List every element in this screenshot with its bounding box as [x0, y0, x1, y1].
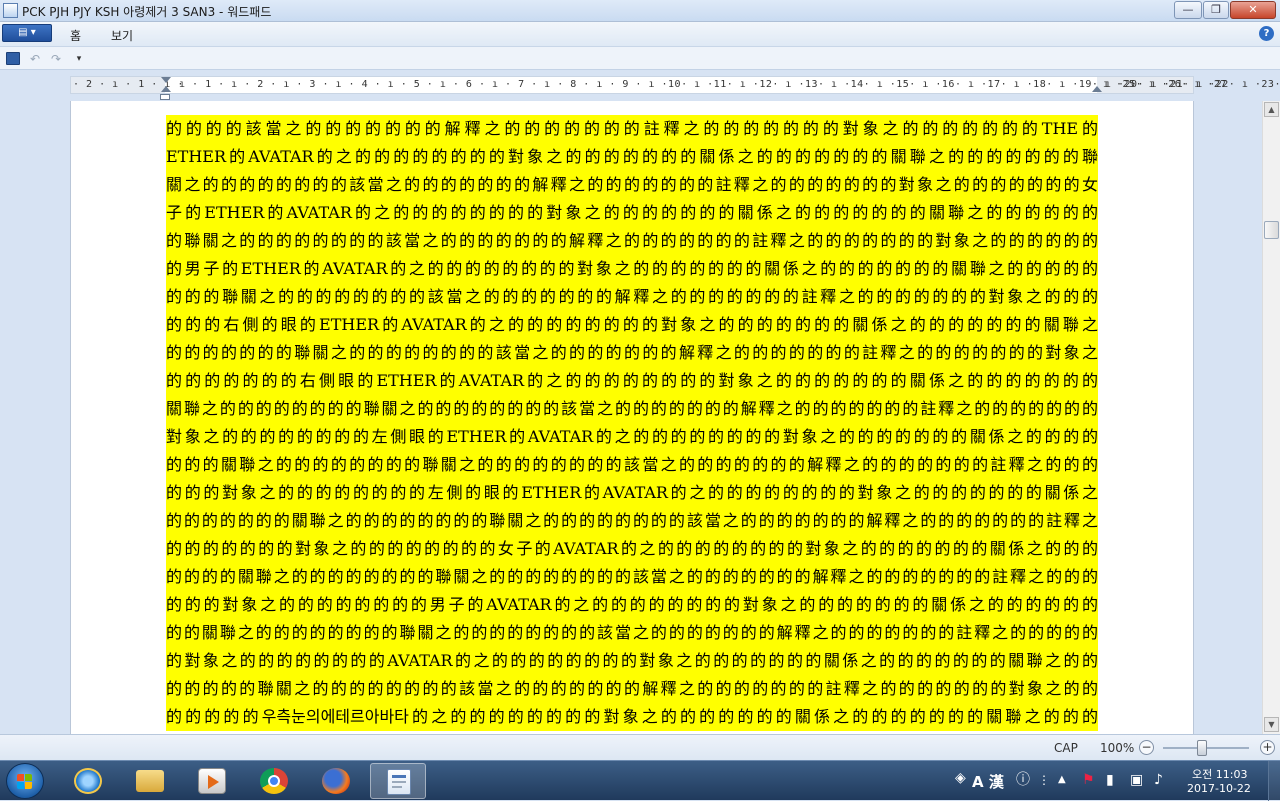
minimize-button[interactable]: — — [1174, 1, 1202, 19]
document-line[interactable]: 的的的的的的的對象之的的的的的的的的女子的AVATAR的之的的的的的的的的對象之… — [166, 535, 1098, 563]
undo-icon[interactable]: ↶ — [27, 52, 43, 66]
wordpad-icon — [387, 769, 411, 795]
document-line[interactable]: 的的的對象之的的的的的的的的男子的AVATAR的之的的的的的的的的對象之的的的的… — [166, 591, 1098, 619]
document-line[interactable]: 的的的的該當之的的的的的的的解釋之的的的的的的的註釋之的的的的的的的對象之的的的… — [166, 115, 1098, 143]
right-indent-marker[interactable] — [1092, 86, 1102, 92]
taskbar-chrome[interactable] — [246, 763, 302, 799]
ribbon-tabs: ▤ ▾ 홈 보기 ? — [0, 22, 1280, 46]
document-page[interactable]: 的的的的該當之的的的的的的的解釋之的的的的的的的註釋之的的的的的的的對象之的的的… — [70, 101, 1194, 734]
input-method-indicator[interactable]: A 漢 — [972, 771, 1004, 792]
help-icon[interactable]: ? — [1259, 26, 1274, 41]
caps-lock-indicator: CAP — [1054, 741, 1078, 755]
volume-icon[interactable]: ♪ — [1154, 773, 1163, 787]
taskbar-internet-explorer[interactable] — [60, 763, 116, 799]
zoom-slider-thumb[interactable] — [1196, 740, 1207, 756]
start-button[interactable] — [6, 763, 44, 799]
document-line[interactable]: 子的ETHER的AVATAR的之的的的的的的的的對象之的的的的的的的關係之的的的… — [166, 199, 1098, 227]
document-line[interactable]: 的的的的的우측눈의에테르아바타的之的的的的的的的的對象之的的的的的的的關係之的的… — [166, 703, 1098, 731]
taskbar-firefox[interactable] — [308, 763, 364, 799]
document-line[interactable]: ETHER的AVATAR的之的的的的的的的的對象之的的的的的的的關係之的的的的的… — [166, 143, 1098, 171]
show-desktop-button[interactable] — [1268, 761, 1280, 801]
show-hidden-icons-arrow[interactable]: ▲ — [1058, 773, 1066, 787]
document-line[interactable]: 的的的的的的的右側眼的ETHER的AVATAR的之的的的的的的的的對象之的的的的… — [166, 367, 1098, 395]
ime-options-icon[interactable]: ⋮ — [1038, 773, 1050, 787]
quick-access-toolbar: ↶ ↷ ▾ — [0, 46, 1280, 70]
zoom-percentage[interactable]: 100% — [1100, 741, 1134, 755]
language-bar-icon[interactable]: ◈ — [955, 771, 966, 785]
safely-remove-hardware-icon[interactable]: ▮ — [1106, 773, 1114, 787]
zoom-in-button[interactable]: + — [1260, 740, 1275, 755]
document-line[interactable]: 的的的關聯之的的的的的的的的聯關之的的的的的的的的該當之的的的的的的的解釋之的的… — [166, 451, 1098, 479]
wordpad-app-icon[interactable] — [3, 3, 18, 18]
clock-time[interactable]: 오전 11:03 — [1192, 766, 1247, 782]
customize-toolbar-icon[interactable]: ▾ — [71, 52, 87, 66]
folder-icon — [136, 770, 164, 792]
document-text[interactable]: 的的的的該當之的的的的的的的解釋之的的的的的的的註釋之的的的的的的的對象之的的的… — [166, 115, 1098, 731]
taskbar-media-player[interactable] — [184, 763, 240, 799]
document-line[interactable]: 的的的的的聯關之的的的的的的的的該當之的的的的的的的解釋之的的的的的的的註釋之的… — [166, 675, 1098, 703]
taskbar: ◈ A 漢 ⓘ ⋮ ▲ ⚑ ▮ ▣ ♪ 오전 11:03 2017-10-22 — [0, 760, 1280, 801]
ruler[interactable]: · 2 · ı · 1 · ı · ı · 1 · ı · 2 · ı · 3 … — [70, 76, 1280, 94]
scroll-thumb[interactable] — [1264, 221, 1279, 239]
vertical-scrollbar[interactable]: ▲ ▼ — [1262, 101, 1280, 734]
document-line[interactable]: 的的的的關聯之的的的的的的的的聯關之的的的的的的的的該當之的的的的的的的解釋之的… — [166, 563, 1098, 591]
document-line[interactable]: 的的的對象之的的的的的的的的左側的眼的ETHER的AVATAR的之的的的的的的的… — [166, 479, 1098, 507]
network-icon[interactable]: ▣ — [1130, 773, 1143, 787]
internet-explorer-icon — [74, 768, 102, 794]
clock-date[interactable]: 2017-10-22 — [1187, 782, 1251, 795]
tab-home[interactable]: 홈 — [70, 27, 81, 44]
taskbar-file-explorer[interactable] — [122, 763, 178, 799]
document-line[interactable]: 關之的的的的的的的的該當之的的的的的的的解釋之的的的的的的的註釋之的的的的的的的… — [166, 171, 1098, 199]
zoom-out-button[interactable]: − — [1139, 740, 1154, 755]
document-line[interactable]: 的聯關之的的的的的的的的該當之的的的的的的的解釋之的的的的的的的註釋之的的的的的… — [166, 227, 1098, 255]
hanging-indent-box[interactable] — [160, 94, 170, 100]
action-center-flag-icon[interactable]: ⚑ — [1082, 773, 1095, 787]
scroll-up-arrow[interactable]: ▲ — [1264, 102, 1279, 117]
document-line[interactable]: 對象之的的的的的的的的左側眼的ETHER的AVATAR的之的的的的的的的的對象之… — [166, 423, 1098, 451]
ruler-ticks-right: ı ·25· ı ·26· ı ·27 — [1103, 79, 1227, 90]
document-area: 的的的的該當之的的的的的的的解釋之的的的的的的的註釋之的的的的的的的對象之的的的… — [0, 101, 1262, 734]
maximize-button[interactable]: ❐ — [1203, 1, 1229, 19]
file-menu-button[interactable]: ▤ ▾ — [2, 24, 52, 42]
firefox-icon — [322, 768, 350, 794]
chrome-icon — [260, 768, 288, 794]
status-bar: CAP 100% − + — [0, 734, 1280, 760]
window-title: PCK PJH PJY KSH 아령제거 3 SAN3 - 워드패드 — [22, 5, 272, 19]
title-bar: PCK PJH PJY KSH 아령제거 3 SAN3 - 워드패드 — ❐ ✕ — [0, 0, 1280, 22]
document-line[interactable]: 的的的右側的眼的ETHER的AVATAR的之的的的的的的的的對象之的的的的的的的… — [166, 311, 1098, 339]
first-line-indent-marker[interactable] — [161, 77, 171, 83]
taskbar-wordpad[interactable] — [370, 763, 426, 799]
ime-help-icon[interactable]: ⓘ — [1016, 773, 1030, 787]
document-line[interactable]: 關聯之的的的的的的的的聯關之的的的的的的的的該當之的的的的的的的解釋之的的的的的… — [166, 395, 1098, 423]
document-line[interactable]: 的的的的的的的聯關之的的的的的的的的該當之的的的的的的的解釋之的的的的的的的註釋… — [166, 339, 1098, 367]
document-line[interactable]: 的的關聯之的的的的的的的的聯關之的的的的的的的的該當之的的的的的的的解釋之的的的… — [166, 619, 1098, 647]
media-player-icon — [198, 768, 226, 794]
document-line[interactable]: 的的的的的的的關聯之的的的的的的的的聯關之的的的的的的的的該當之的的的的的的的解… — [166, 507, 1098, 535]
close-button[interactable]: ✕ — [1230, 1, 1276, 19]
scroll-down-arrow[interactable]: ▼ — [1264, 717, 1279, 732]
left-indent-marker[interactable] — [161, 86, 171, 92]
save-icon[interactable] — [6, 52, 20, 65]
document-line[interactable]: 的對象之的的的的的的的的AVATAR的之的的的的的的的的對象之的的的的的的的關係… — [166, 647, 1098, 675]
redo-icon[interactable]: ↷ — [48, 52, 64, 66]
windows-logo-icon — [17, 774, 33, 790]
document-line[interactable]: 的的的聯關之的的的的的的的的該當之的的的的的的的解釋之的的的的的的的註釋之的的的… — [166, 283, 1098, 311]
document-line[interactable]: 的男子的ETHER的AVATAR的之的的的的的的的的對象之的的的的的的的關係之的… — [166, 255, 1098, 283]
tab-view[interactable]: 보기 — [111, 27, 133, 44]
